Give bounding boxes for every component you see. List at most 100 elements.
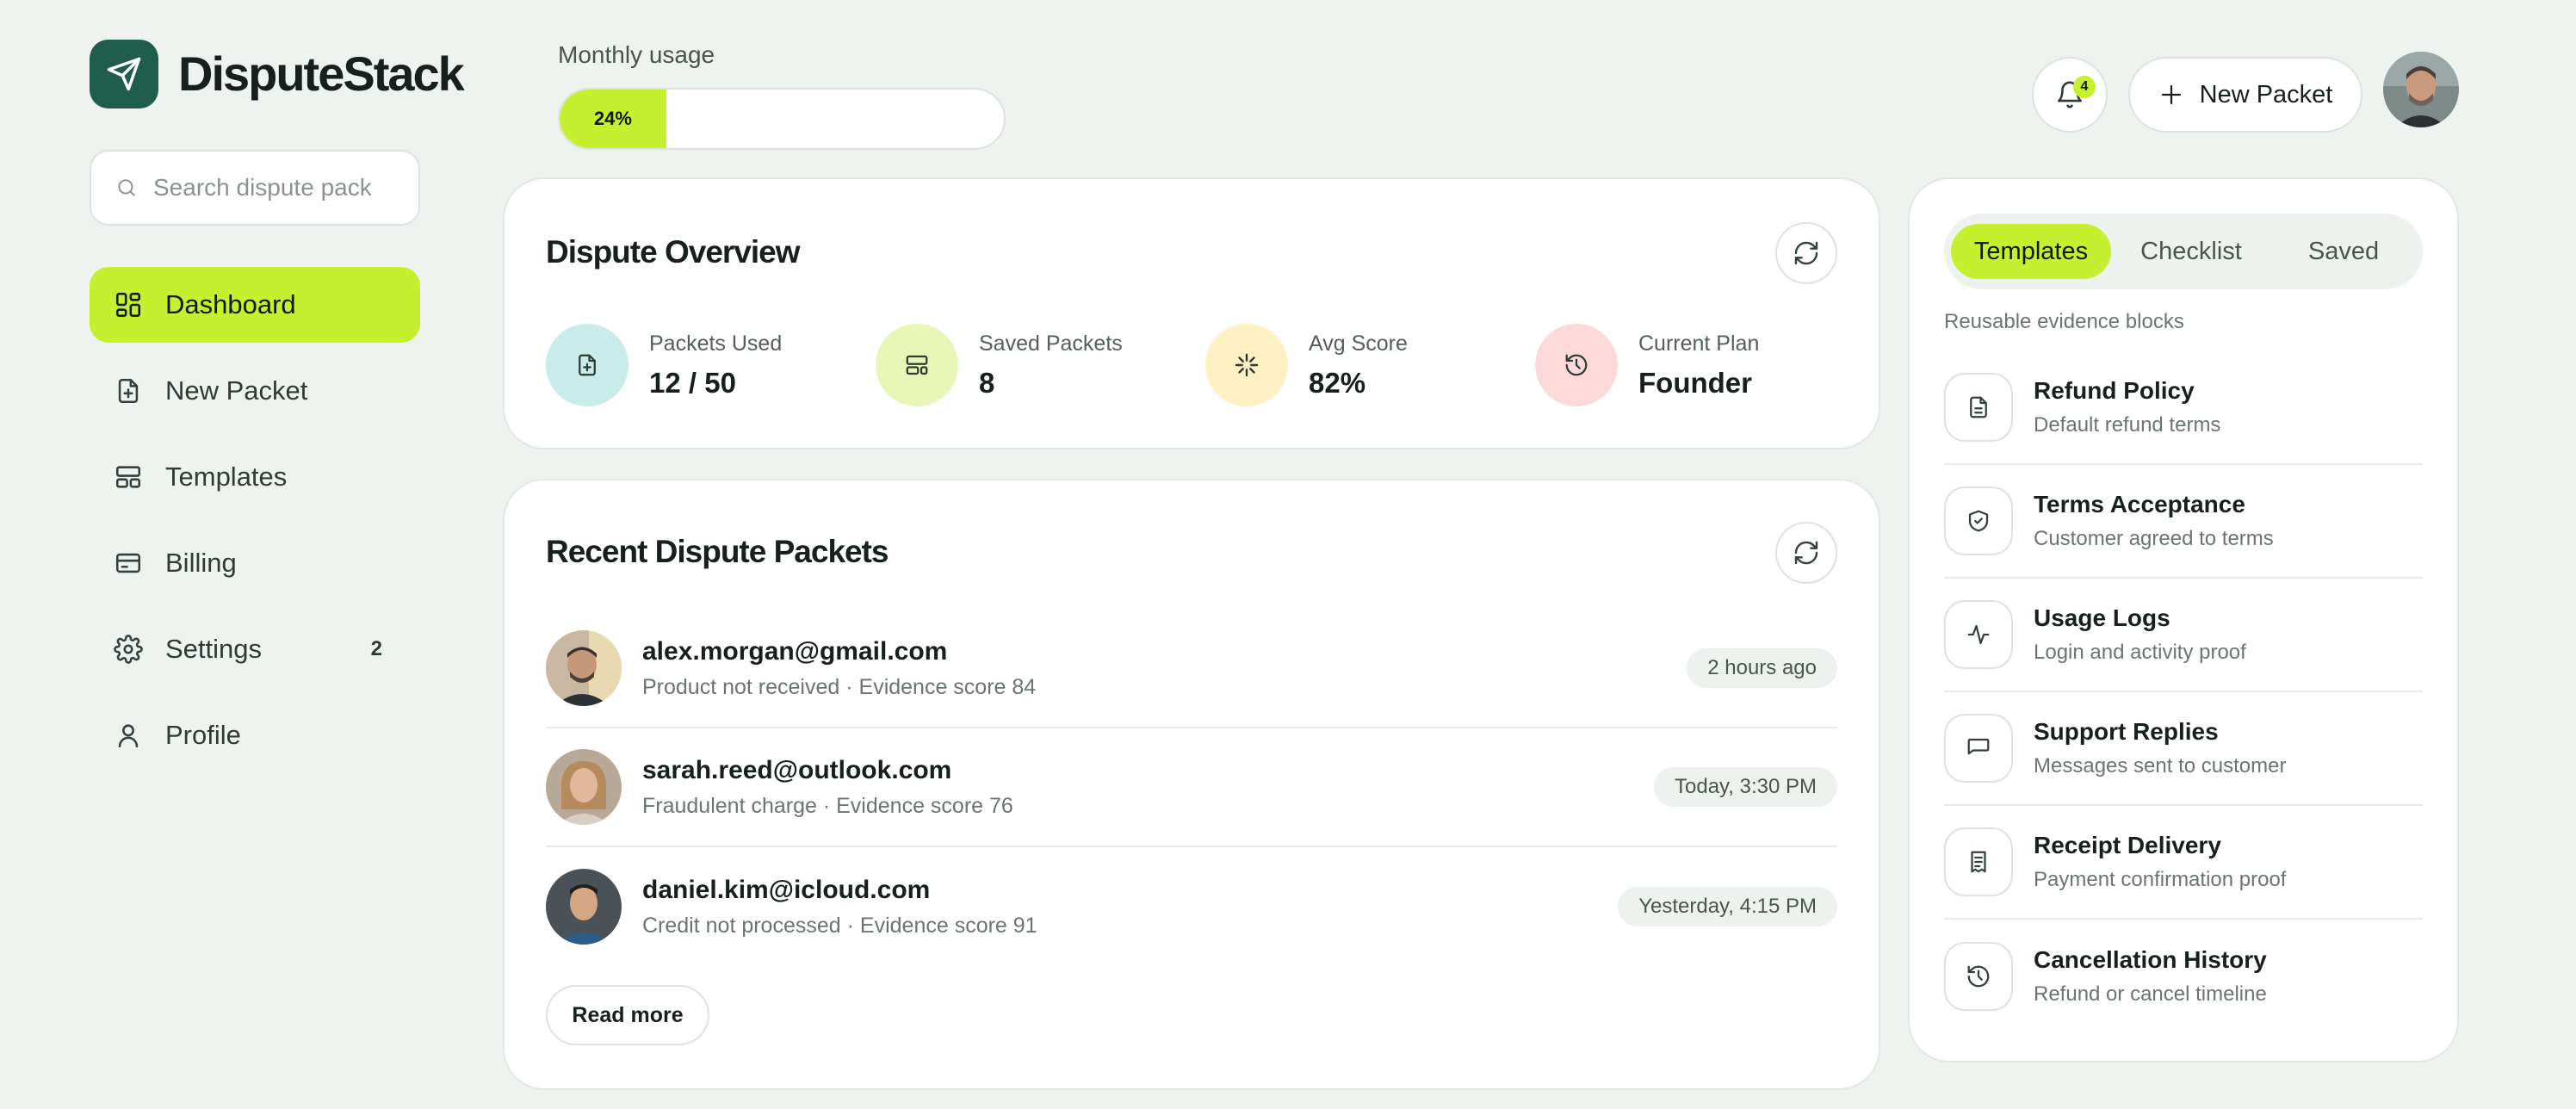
stat-packets-used: Packets Used 12 / 50 — [546, 324, 782, 406]
recent-refresh-button[interactable] — [1775, 522, 1837, 584]
new-packet-button[interactable]: New Packet — [2128, 57, 2362, 133]
template-title: Usage Logs — [2034, 604, 2170, 631]
template-title: Receipt Delivery — [2034, 832, 2221, 858]
search-input[interactable] — [153, 174, 412, 201]
receipt-icon — [1971, 851, 1986, 873]
packet-row[interactable]: alex.morgan@gmail.com Product not receiv… — [546, 610, 1837, 728]
sidebar-item-new-packet[interactable]: New Packet — [90, 353, 420, 429]
template-icon-box — [1944, 373, 2013, 442]
stat-current-plan: Current Plan Founder — [1535, 324, 1759, 406]
sidebar-item-label: Dashboard — [165, 289, 296, 319]
template-subtitle: Payment confirmation proof — [2034, 868, 2287, 891]
stat-value: 12 / 50 — [649, 366, 736, 399]
template-icon-box — [1944, 827, 2013, 896]
packet-reason: Credit not processed — [642, 913, 841, 938]
gear-icon — [114, 635, 143, 664]
sidebar-nav: Dashboard New Packet Templates Billing S… — [90, 267, 420, 784]
avatar-photo — [546, 869, 622, 945]
packet-details: Credit not processed · Evidence score 91 — [642, 913, 1037, 938]
stat-label: Packets Used — [649, 331, 783, 356]
paper-plane-icon — [107, 57, 141, 91]
recent-title: Recent Dispute Packets — [546, 534, 889, 569]
search-icon — [118, 179, 135, 196]
stat-label: Saved Packets — [979, 331, 1123, 356]
sidebar-item-label: Profile — [165, 720, 241, 750]
stat-label: Current Plan — [1638, 331, 1760, 356]
stat-icon-bg — [1205, 324, 1288, 406]
template-item-support-replies[interactable]: Support Replies Messages sent to custome… — [1944, 692, 2423, 806]
notifications-button[interactable]: 4 — [2032, 57, 2108, 133]
template-subtitle: Messages sent to customer — [2034, 754, 2287, 778]
sidebar-item-templates[interactable]: Templates — [90, 439, 420, 515]
plus-icon — [2161, 84, 2181, 105]
notification-count-badge: 4 — [2073, 76, 2096, 98]
template-subtitle: Login and activity proof — [2034, 641, 2246, 664]
activity-icon — [1967, 624, 1990, 645]
template-item-terms-acceptance[interactable]: Terms Acceptance Customer agreed to term… — [1944, 465, 2423, 579]
sidebar-item-dashboard[interactable]: Dashboard — [90, 267, 420, 343]
overview-refresh-button[interactable] — [1775, 222, 1837, 284]
sidebar-item-label: New Packet — [165, 375, 308, 406]
packet-reason: Product not received — [642, 674, 840, 699]
sidebar-item-profile[interactable]: Profile — [90, 697, 420, 773]
brand-logo[interactable] — [90, 40, 158, 108]
shield-check-icon — [1968, 510, 1989, 532]
templates-tab-bar: Templates Checklist Saved — [1944, 214, 2423, 289]
message-icon — [1967, 738, 1990, 755]
packet-score: Evidence score 91 — [859, 913, 1037, 938]
avatar-photo — [546, 630, 622, 706]
template-title: Terms Acceptance — [2034, 491, 2245, 517]
packet-row[interactable]: daniel.kim@icloud.com Credit not process… — [546, 847, 1837, 966]
sidebar-item-label: Settings — [165, 634, 263, 664]
stat-avg-score: Avg Score 82% — [1205, 324, 1408, 406]
template-icon-box — [1944, 942, 2013, 1011]
template-icon-box — [1944, 600, 2013, 669]
brand-name: DisputeStack — [178, 46, 465, 101]
templates-icon — [115, 466, 141, 488]
template-icon-box — [1944, 486, 2013, 555]
template-item-usage-logs[interactable]: Usage Logs Login and activity proof — [1944, 579, 2423, 692]
avatar — [546, 869, 622, 945]
template-item-cancellation-history[interactable]: Cancellation History Refund or cancel ti… — [1944, 920, 2423, 1033]
templates-caption: Reusable evidence blocks — [1944, 310, 2184, 333]
refresh-icon — [1794, 541, 1818, 565]
avatar — [546, 749, 622, 825]
stat-value: Founder — [1638, 366, 1752, 399]
packet-row[interactable]: sarah.reed@outlook.com Fraudulent charge… — [546, 728, 1837, 847]
sparkle-icon — [1235, 353, 1259, 377]
new-packet-label: New Packet — [2199, 80, 2333, 108]
template-item-refund-policy[interactable]: Refund Policy Default refund terms — [1944, 351, 2423, 465]
tab-saved[interactable]: Saved — [2271, 224, 2416, 279]
overview-title: Dispute Overview — [546, 234, 801, 270]
template-subtitle: Default refund terms — [2034, 413, 2221, 437]
usage-progress-bar: 24% — [558, 88, 1006, 150]
tab-templates[interactable]: Templates — [1951, 224, 2111, 279]
layout-icon — [906, 355, 928, 375]
document-icon — [1970, 396, 1987, 418]
template-title: Support Replies — [2034, 718, 2219, 745]
user-avatar-photo — [2383, 52, 2459, 127]
user-icon — [118, 724, 139, 748]
template-subtitle: Refund or cancel timeline — [2034, 982, 2267, 1006]
user-avatar[interactable] — [2383, 52, 2459, 127]
tab-checklist[interactable]: Checklist — [2111, 224, 2271, 279]
packet-email: alex.morgan@gmail.com — [642, 636, 948, 666]
packet-email: daniel.kim@icloud.com — [642, 875, 931, 904]
template-title: Cancellation History — [2034, 946, 2267, 973]
template-item-receipt-delivery[interactable]: Receipt Delivery Payment confirmation pr… — [1944, 806, 2423, 920]
stat-icon-bg — [1535, 324, 1618, 406]
template-subtitle: Customer agreed to terms — [2034, 527, 2274, 550]
stat-icon-bg — [546, 324, 629, 406]
template-title: Refund Policy — [2034, 377, 2195, 404]
usage-label: Monthly usage — [558, 41, 715, 68]
stat-label: Avg Score — [1309, 331, 1408, 356]
stat-icon-bg — [876, 324, 958, 406]
read-more-button[interactable]: Read more — [546, 985, 709, 1045]
sidebar-item-billing[interactable]: Billing — [90, 525, 420, 601]
sidebar-item-label: Templates — [165, 462, 288, 492]
sidebar-item-label: Billing — [165, 548, 237, 578]
stat-value: 8 — [979, 366, 995, 399]
history-icon — [1967, 965, 1990, 988]
search-box[interactable] — [90, 150, 420, 226]
sidebar-item-settings[interactable]: Settings 2 — [90, 611, 420, 687]
